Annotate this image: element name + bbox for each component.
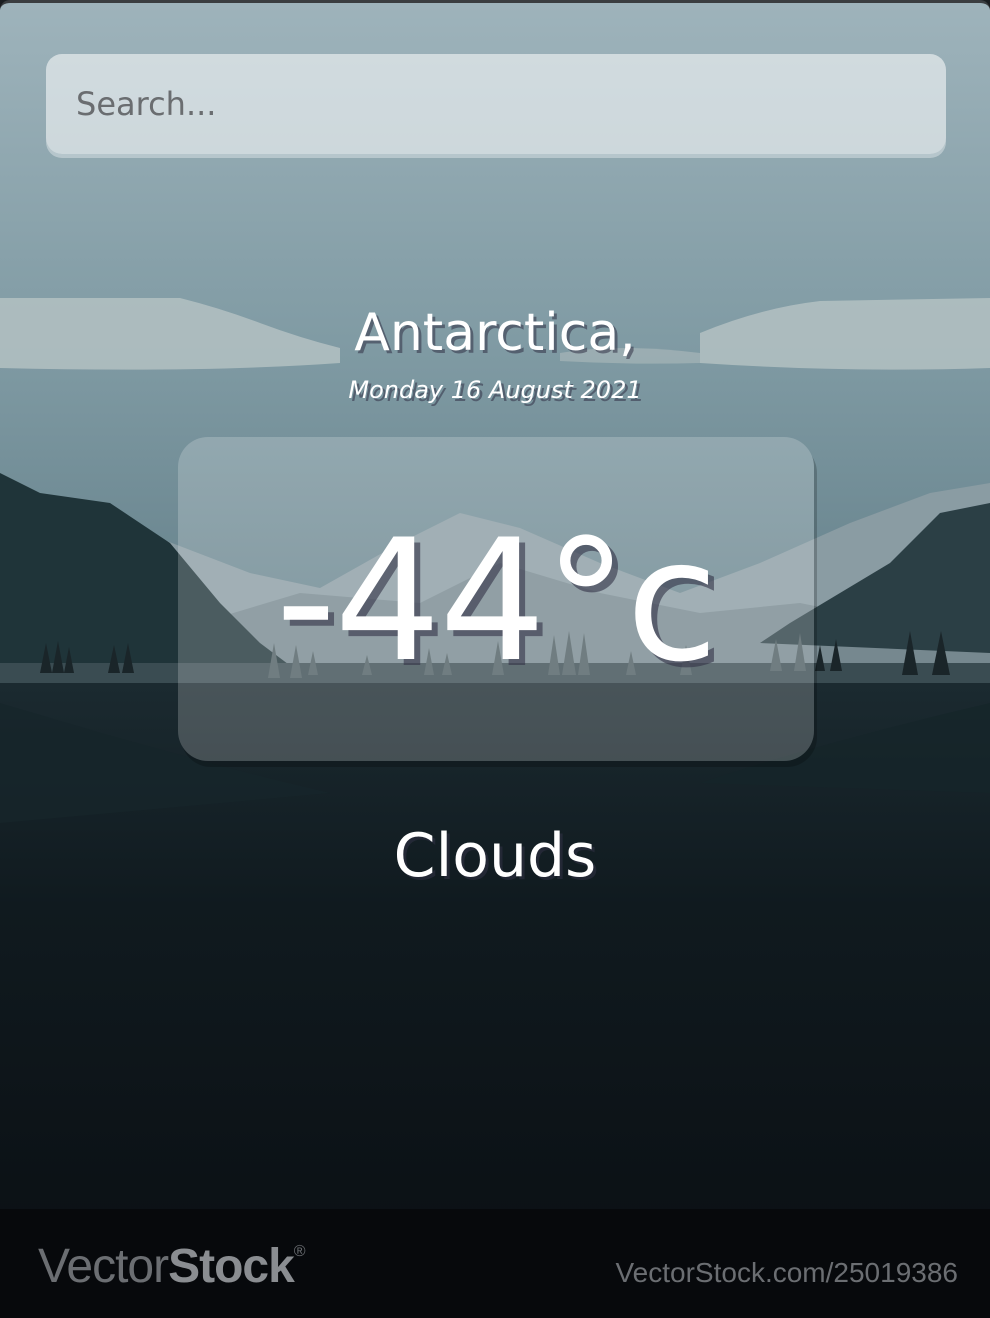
watermark-url: VectorStock.com/25019386: [615, 1257, 958, 1288]
search-input[interactable]: [46, 54, 946, 154]
location-name: Antarctica,: [354, 303, 636, 363]
search-box: [46, 54, 946, 154]
weather-app: Antarctica, Monday 16 August 2021 -44°c …: [0, 0, 990, 1318]
weather-condition: Clouds: [393, 821, 597, 891]
temperature-value: -44°c: [275, 503, 719, 699]
temperature-card: -44°c: [178, 437, 814, 761]
current-date: Monday 16 August 2021: [348, 376, 642, 404]
watermark-logo-bold: Stock: [168, 1240, 295, 1293]
watermark-logo: VectorStock®: [38, 1239, 306, 1294]
registered-mark: ®: [293, 1243, 306, 1260]
watermark-logo-light: Vector: [38, 1240, 169, 1293]
